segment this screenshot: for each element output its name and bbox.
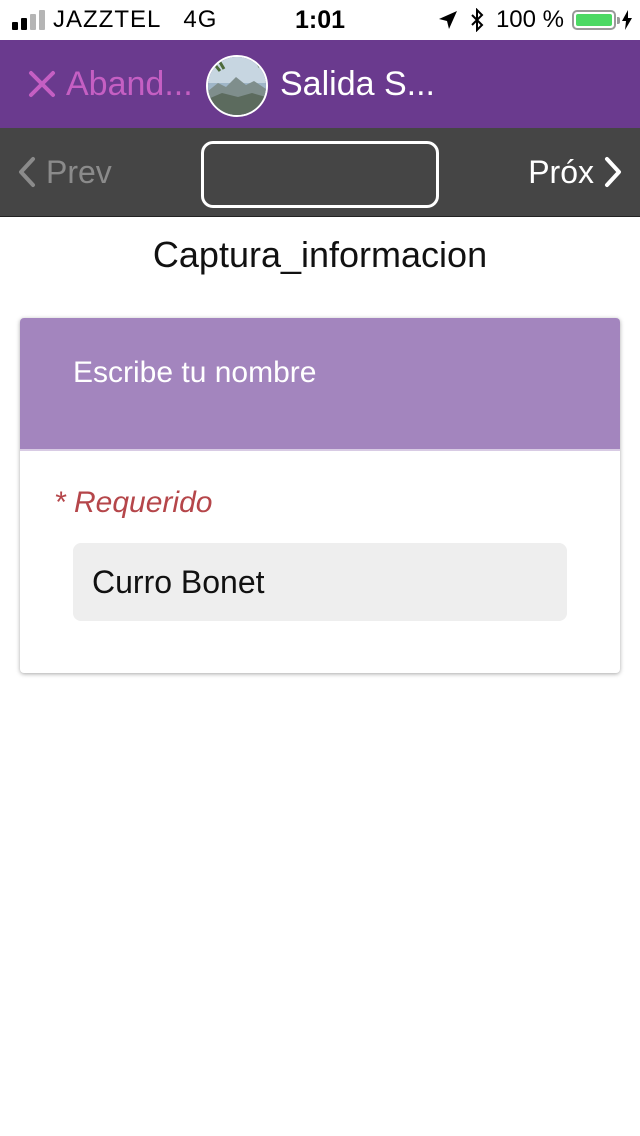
page-jump-input[interactable] (201, 141, 439, 208)
charging-bolt-icon (622, 10, 632, 30)
app-header: Aband... Salida S... (0, 40, 640, 128)
chevron-right-icon (605, 157, 621, 187)
navigation-bar: Prev Próx (0, 128, 640, 217)
status-bar-right: 100 % (438, 0, 632, 40)
status-bar: JAZZTEL 4G 1:01 100 % (0, 0, 640, 40)
name-answer-input[interactable] (73, 543, 567, 621)
battery-icon (572, 10, 620, 30)
abandon-label: Aband... (66, 64, 193, 103)
question-card: Escribe tu nombre * Requerido (20, 318, 620, 673)
abandon-button[interactable]: Aband... (28, 40, 193, 128)
battery-percent: 100 % (495, 6, 564, 33)
page-title: Captura_informacion (152, 234, 488, 275)
next-label: Próx (528, 153, 594, 190)
prev-button[interactable]: Prev (18, 128, 112, 216)
close-icon (28, 70, 56, 98)
survey-avatar (206, 55, 268, 117)
survey-title: Salida S... (280, 65, 435, 103)
question-text: Escribe tu nombre (73, 356, 317, 389)
prev-label: Prev (46, 153, 112, 190)
next-button[interactable]: Próx (528, 128, 622, 216)
location-arrow-icon (438, 10, 458, 30)
chevron-left-icon (19, 157, 35, 187)
required-label: * Requerido (54, 486, 213, 519)
bluetooth-icon (470, 8, 484, 32)
